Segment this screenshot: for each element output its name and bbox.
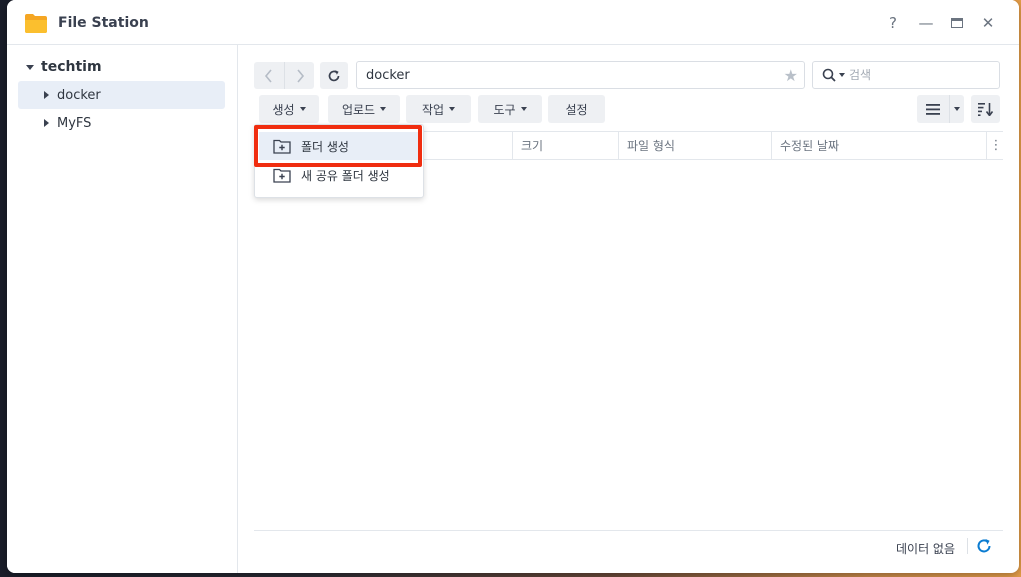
chevron-left-icon xyxy=(264,68,272,83)
settings-button-label: 설정 xyxy=(565,102,588,117)
forward-button[interactable] xyxy=(284,62,314,89)
add-folder-icon xyxy=(273,139,291,154)
footer-refresh-icon[interactable] xyxy=(975,537,993,555)
close-button[interactable]: ✕ xyxy=(978,13,998,33)
menu-item-label: 폴더 생성 xyxy=(301,139,349,154)
maximize-button[interactable] xyxy=(947,13,967,33)
chevron-right-icon xyxy=(296,68,304,83)
sort-icon xyxy=(977,102,993,116)
status-text: 데이터 없음 xyxy=(895,542,955,556)
view-mode-group xyxy=(917,95,964,123)
search-box xyxy=(812,61,1000,89)
expand-right-icon[interactable] xyxy=(44,119,49,127)
status-bar: 데이터 없음 xyxy=(254,530,1003,560)
title-bar: File Station ? — ✕ xyxy=(7,0,1019,45)
chevron-down-icon xyxy=(299,107,306,111)
search-input[interactable] xyxy=(849,65,995,85)
favorite-star-icon[interactable]: ★ xyxy=(784,66,798,85)
refresh-button[interactable] xyxy=(320,62,348,89)
upload-button-label: 업로드 xyxy=(341,102,376,117)
action-button-label: 작업 xyxy=(421,102,445,117)
list-view-icon xyxy=(926,103,940,115)
chevron-down-icon xyxy=(449,107,456,111)
back-button[interactable] xyxy=(254,62,284,89)
help-button[interactable]: ? xyxy=(883,13,903,33)
tree-root-label: techtim xyxy=(41,59,102,75)
chevron-down-icon xyxy=(520,107,527,111)
maximize-icon xyxy=(951,18,963,28)
create-dropdown-menu: 폴더 생성 새 공유 폴더 생성 xyxy=(254,124,424,198)
tree-root-techtim[interactable]: techtim xyxy=(26,58,102,76)
window-title: File Station xyxy=(58,15,149,31)
sort-button[interactable] xyxy=(971,95,1000,123)
action-button[interactable]: 작업 xyxy=(406,95,471,123)
view-mode-dropdown[interactable] xyxy=(949,95,964,123)
expand-right-icon[interactable] xyxy=(44,91,49,99)
column-separator xyxy=(986,132,987,160)
upload-button[interactable]: 업로드 xyxy=(328,95,400,123)
sidebar-item-myfs[interactable]: MyFS xyxy=(18,109,225,137)
create-button-label: 생성 xyxy=(272,102,295,117)
sidebar-item-label: MyFS xyxy=(57,115,92,131)
add-folder-icon xyxy=(273,168,291,183)
sidebar-item-label: docker xyxy=(57,87,101,103)
path-bar[interactable]: docker ★ xyxy=(356,61,805,89)
list-view-button[interactable] xyxy=(917,95,949,123)
path-text: docker xyxy=(366,68,410,83)
menu-item-label: 새 공유 폴더 생성 xyxy=(301,168,390,183)
refresh-icon xyxy=(328,69,340,81)
file-station-folder-icon xyxy=(25,14,47,33)
history-nav xyxy=(254,62,314,89)
chevron-down-icon xyxy=(954,107,960,111)
expand-down-icon[interactable] xyxy=(26,64,34,70)
search-options[interactable] xyxy=(822,68,845,82)
column-header-size[interactable]: 크기 xyxy=(513,132,618,160)
file-station-window: File Station ? — ✕ techtim docker MyFS d… xyxy=(7,0,1019,573)
column-header-modified[interactable]: 수정된 날짜 xyxy=(772,132,986,160)
search-icon xyxy=(822,68,836,82)
sidebar-item-docker[interactable]: docker xyxy=(18,81,225,109)
settings-button[interactable]: 설정 xyxy=(548,95,605,123)
create-button[interactable]: 생성 xyxy=(259,95,319,123)
column-menu-icon[interactable]: ⋮ xyxy=(989,132,1003,160)
chevron-down-icon xyxy=(839,73,845,77)
minimize-button[interactable]: — xyxy=(916,13,936,33)
menu-item-create-shared-folder[interactable]: 새 공유 폴더 생성 xyxy=(259,161,419,189)
main-panel: docker ★ 생성 업로드 작업 도구 xyxy=(238,45,1019,573)
menu-item-create-folder[interactable]: 폴더 생성 xyxy=(259,132,419,160)
sidebar-tree: techtim docker MyFS xyxy=(7,45,238,573)
chevron-down-icon xyxy=(380,107,387,111)
footer-divider xyxy=(967,538,968,554)
tools-button[interactable]: 도구 xyxy=(478,95,542,123)
tools-button-label: 도구 xyxy=(493,102,516,117)
column-header-type[interactable]: 파일 형식 xyxy=(619,132,771,160)
